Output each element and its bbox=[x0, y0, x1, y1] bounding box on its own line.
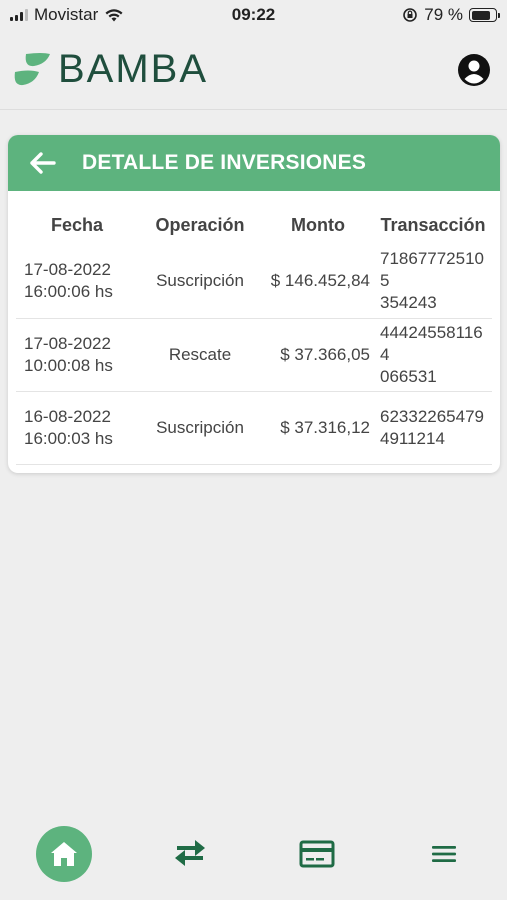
transaction-line: 444245581164 bbox=[380, 322, 483, 364]
column-header-transaccion: Transacción bbox=[380, 214, 486, 235]
signal-icon bbox=[10, 9, 28, 21]
table-row: 17-08-2022 16:00:06 hs Suscripción $ 146.… bbox=[16, 245, 492, 319]
status-time: 09:22 bbox=[231, 5, 276, 24]
operation-cell: Rescate bbox=[138, 318, 262, 392]
transaction-line: 066531 bbox=[380, 366, 437, 386]
date-cell: 16-08-2022 16:00:03 hs bbox=[16, 391, 138, 465]
transfer-icon bbox=[175, 840, 205, 866]
card-title: DETALLE DE INVERSIONES bbox=[82, 151, 367, 174]
table-row: 17-08-2022 10:00:08 hs Rescate $ 37.366,0… bbox=[16, 318, 492, 392]
orientation-lock-icon bbox=[403, 8, 418, 22]
amount-cell: $ 37.316,12 bbox=[262, 391, 374, 465]
back-button[interactable] bbox=[30, 149, 58, 177]
table-row: 16-08-2022 16:00:03 hs Suscripción $ 37.3… bbox=[16, 391, 492, 465]
battery-fill bbox=[471, 10, 490, 20]
time-value: 16:00:06 hs bbox=[24, 282, 113, 302]
date-cell: 17-08-2022 10:00:08 hs bbox=[16, 318, 138, 392]
brand-name: BAMBA bbox=[58, 47, 209, 91]
date-value: 17-08-2022 bbox=[24, 333, 111, 353]
column-header-operacion: Operación bbox=[155, 214, 245, 235]
bottom-nav bbox=[0, 820, 507, 890]
nav-home-button[interactable] bbox=[36, 826, 92, 882]
investments-card: DETALLE DE INVERSIONES Fecha Operación M… bbox=[8, 135, 500, 473]
app-header: BAMBA bbox=[0, 30, 507, 110]
home-icon bbox=[51, 842, 77, 866]
credit-card-icon bbox=[299, 840, 335, 868]
nav-card-button[interactable] bbox=[296, 834, 338, 874]
transaction-line: 4911214 bbox=[380, 428, 445, 448]
transaction-cell: 718677725105 354243 bbox=[374, 245, 492, 319]
operation-cell: Suscripción bbox=[138, 245, 262, 319]
nav-menu-button[interactable] bbox=[426, 834, 462, 874]
transaction-line: 62332265479 bbox=[380, 406, 485, 426]
leaf-logo-icon bbox=[14, 52, 50, 85]
carrier-name: Movistar bbox=[34, 5, 99, 24]
nav-transfer-button[interactable] bbox=[170, 834, 210, 874]
battery-icon bbox=[469, 8, 500, 22]
investments-table: Fecha Operación Monto Transacción 17-08-… bbox=[16, 205, 492, 465]
transaction-line: 718677725105 bbox=[380, 249, 485, 291]
date-cell: 17-08-2022 16:00:06 hs bbox=[16, 245, 138, 319]
arrow-left-icon bbox=[30, 152, 56, 174]
battery-percent: 79 % bbox=[424, 5, 463, 24]
status-left: Movistar bbox=[10, 5, 124, 25]
card-header: DETALLE DE INVERSIONES bbox=[8, 135, 500, 191]
transaction-cell: 62332265479 4911214 bbox=[374, 391, 492, 465]
status-right: 79 % bbox=[402, 5, 500, 25]
operation-cell: Suscripción bbox=[138, 391, 262, 465]
date-value: 17-08-2022 bbox=[24, 260, 111, 280]
amount-cell: $ 37.366,05 bbox=[262, 318, 374, 392]
table-header-row: Fecha Operación Monto Transacción bbox=[16, 205, 492, 245]
status-bar: Movistar 09:22 79 % bbox=[0, 0, 507, 30]
brand-logo: BAMBA bbox=[12, 47, 208, 92]
profile-icon[interactable] bbox=[457, 53, 491, 87]
column-header-fecha: Fecha bbox=[50, 214, 104, 235]
time-value: 10:00:08 hs bbox=[24, 355, 113, 375]
wifi-icon bbox=[105, 9, 123, 22]
transaction-line: 354243 bbox=[380, 293, 437, 313]
transaction-cell: 444245581164 066531 bbox=[374, 318, 492, 392]
amount-cell: $ 146.452,84 bbox=[262, 245, 374, 319]
date-value: 16-08-2022 bbox=[24, 406, 111, 426]
column-header-monto: Monto bbox=[291, 214, 345, 235]
hamburger-menu-icon bbox=[432, 846, 456, 862]
time-value: 16:00:03 hs bbox=[24, 428, 113, 448]
